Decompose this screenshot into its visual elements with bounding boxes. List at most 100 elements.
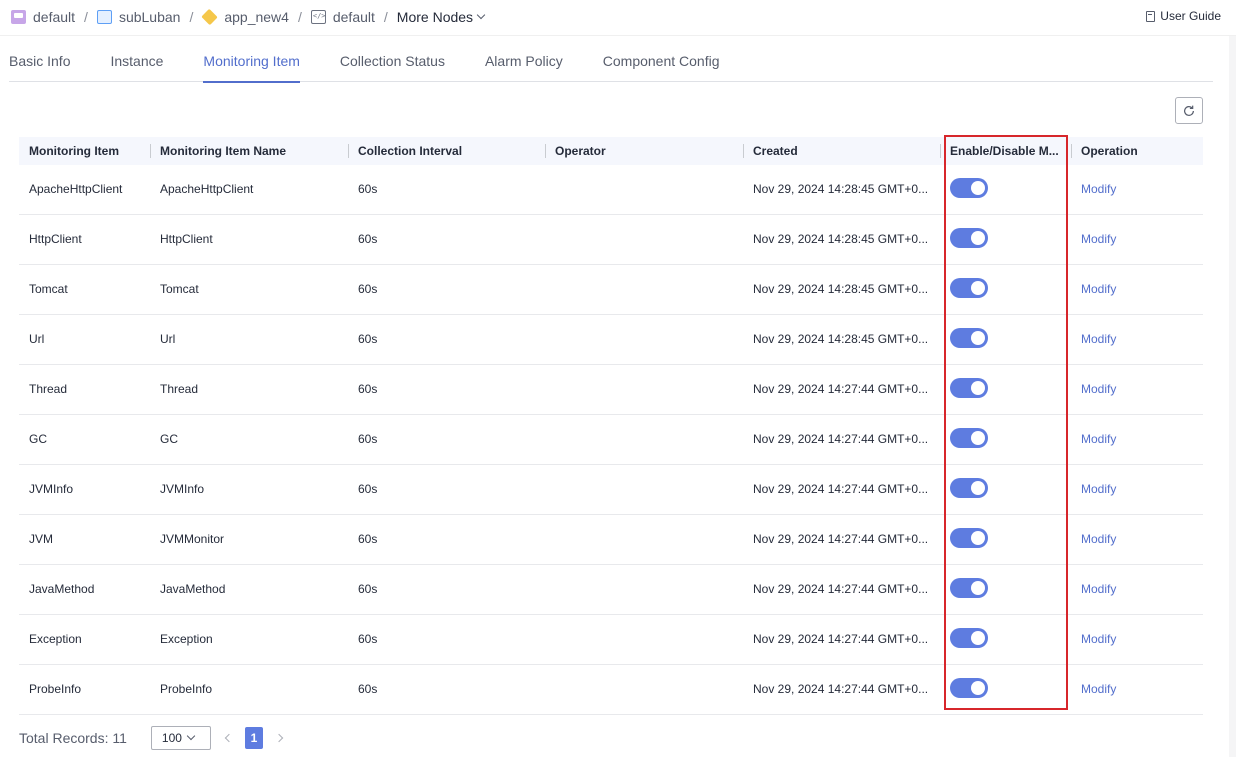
modify-link[interactable]: Modify <box>1081 632 1116 646</box>
column-header-collection-interval: Collection Interval <box>348 137 545 165</box>
toggle-knob <box>971 281 985 296</box>
toggle-knob <box>971 631 985 646</box>
cell-monitoring-item: Thread <box>29 382 68 396</box>
more-nodes-dropdown[interactable]: More Nodes <box>396 9 486 25</box>
breadcrumb-folder[interactable]: subLuban <box>96 9 181 25</box>
toggle-knob <box>971 331 985 346</box>
tab-component-config[interactable]: Component Config <box>603 36 720 82</box>
table-row: ProbeInfo ProbeInfo 60s Nov 29, 2024 14:27:… <box>19 665 1203 715</box>
cell-collection-interval: 60s <box>358 382 378 396</box>
environment-icon <box>310 10 326 24</box>
tab-basic-info[interactable]: Basic Info <box>9 36 70 82</box>
cell-operation: Modify <box>1071 565 1203 614</box>
cell-operator <box>545 365 743 414</box>
top-bar: default / subLuban / app_new4 / default … <box>0 0 1236 36</box>
previous-page-button[interactable] <box>222 726 236 750</box>
cell-operation: Modify <box>1071 665 1203 714</box>
cell-enable-disable <box>940 215 1071 264</box>
cell-operation: Modify <box>1071 265 1203 314</box>
enable-toggle[interactable] <box>950 378 988 399</box>
modify-link[interactable]: Modify <box>1081 432 1116 446</box>
cell-monitoring-item: JVM <box>29 532 53 546</box>
enable-toggle[interactable] <box>950 178 988 199</box>
cell-created: Nov 29, 2024 14:28:45 GMT+0... <box>753 232 929 246</box>
cell-created: Nov 29, 2024 14:27:44 GMT+0... <box>753 382 929 396</box>
breadcrumb-folder-label: subLuban <box>118 9 181 25</box>
breadcrumb-environment[interactable]: default <box>310 9 375 25</box>
total-records: Total Records: 11 <box>19 730 127 746</box>
next-page-button[interactable] <box>272 726 286 750</box>
cell-collection-interval: 60s <box>358 332 378 346</box>
chevron-left-icon <box>224 733 234 743</box>
modify-link[interactable]: Modify <box>1081 482 1116 496</box>
tab-alarm-policy[interactable]: Alarm Policy <box>485 36 563 82</box>
enable-toggle[interactable] <box>950 478 988 499</box>
user-guide-link[interactable]: User Guide <box>1146 9 1221 23</box>
cell-operation: Modify <box>1071 315 1203 364</box>
cell-operator <box>545 315 743 364</box>
enable-toggle[interactable] <box>950 228 988 249</box>
breadcrumb-separator: / <box>84 9 88 25</box>
cell-monitoring-item-name: ApacheHttpClient <box>160 182 254 196</box>
cell-created: Nov 29, 2024 14:27:44 GMT+0... <box>753 482 929 496</box>
cell-collection-interval: 60s <box>358 282 378 296</box>
tab-monitoring-item[interactable]: Monitoring Item <box>203 36 301 83</box>
breadcrumb-project[interactable]: default <box>11 9 75 25</box>
breadcrumb-environment-label: default <box>332 9 375 25</box>
cell-monitoring-item-name: ProbeInfo <box>160 682 213 696</box>
tab-collection-status[interactable]: Collection Status <box>340 36 445 82</box>
cell-created: Nov 29, 2024 14:27:44 GMT+0... <box>753 582 929 596</box>
modify-link[interactable]: Modify <box>1081 282 1116 296</box>
breadcrumb-app[interactable]: app_new4 <box>201 8 289 26</box>
cell-operator <box>545 465 743 514</box>
modify-link[interactable]: Modify <box>1081 582 1116 596</box>
toggle-knob <box>971 431 985 446</box>
enable-toggle[interactable] <box>950 328 988 349</box>
modify-link[interactable]: Modify <box>1081 182 1116 196</box>
modify-link[interactable]: Modify <box>1081 532 1116 546</box>
cell-monitoring-item: HttpClient <box>29 232 82 246</box>
enable-toggle[interactable] <box>950 278 988 299</box>
tab-instance[interactable]: Instance <box>110 36 163 82</box>
cell-collection-interval: 60s <box>358 582 378 596</box>
more-nodes-label: More Nodes <box>396 9 474 25</box>
cell-operation: Modify <box>1071 215 1203 264</box>
cell-monitoring-item: Tomcat <box>29 282 68 296</box>
cell-operation: Modify <box>1071 415 1203 464</box>
cell-operation: Modify <box>1071 615 1203 664</box>
cell-monitoring-item-name: Exception <box>160 632 213 646</box>
table-row: JavaMethod JavaMethod 60s Nov 29, 2024 14:2… <box>19 565 1203 615</box>
toggle-knob <box>971 581 985 596</box>
cell-monitoring-item: Exception <box>29 632 82 646</box>
toggle-knob <box>971 231 985 246</box>
page-size-select[interactable]: 100 <box>150 726 211 750</box>
cell-enable-disable <box>940 365 1071 414</box>
pagination-bar: Total Records: 11 100 1 <box>19 726 286 750</box>
cell-created: Nov 29, 2024 14:27:44 GMT+0... <box>753 532 929 546</box>
cell-operator <box>545 165 743 214</box>
toggle-knob <box>971 381 985 396</box>
cell-operator <box>545 265 743 314</box>
modify-link[interactable]: Modify <box>1081 682 1116 696</box>
cell-monitoring-item-name: JVMInfo <box>160 482 205 496</box>
table-row: Exception Exception 60s Nov 29, 2024 14:27:… <box>19 615 1203 665</box>
cell-created: Nov 29, 2024 14:28:45 GMT+0... <box>753 332 929 346</box>
enable-toggle[interactable] <box>950 528 988 549</box>
book-icon <box>1146 10 1156 22</box>
modify-link[interactable]: Modify <box>1081 232 1116 246</box>
refresh-button[interactable] <box>1175 97 1203 124</box>
enable-toggle[interactable] <box>950 578 988 599</box>
cell-monitoring-item-name: Tomcat <box>160 282 199 296</box>
monitoring-items-table: Monitoring Item Monitoring Item Name Col… <box>19 137 1203 715</box>
enable-toggle[interactable] <box>950 628 988 649</box>
page-number-current[interactable]: 1 <box>244 727 263 749</box>
column-header-monitoring-item: Monitoring Item <box>29 144 119 158</box>
modify-link[interactable]: Modify <box>1081 382 1116 396</box>
cell-operation: Modify <box>1071 365 1203 414</box>
enable-toggle[interactable] <box>950 428 988 449</box>
enable-toggle[interactable] <box>950 678 988 699</box>
scrollbar-track[interactable] <box>1229 36 1236 757</box>
cell-monitoring-item-name: Url <box>160 332 176 346</box>
modify-link[interactable]: Modify <box>1081 332 1116 346</box>
cell-monitoring-item: JVMInfo <box>29 482 74 496</box>
